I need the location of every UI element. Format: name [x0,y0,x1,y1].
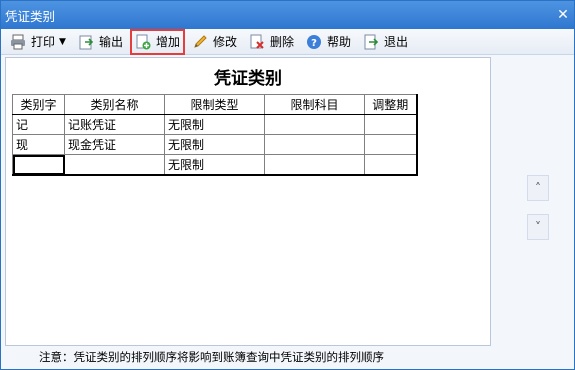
page-title: 凭证类别 [214,69,282,89]
column-header[interactable]: 限制科目 [264,94,365,115]
help-label: 帮助 [327,35,352,49]
table-row[interactable]: 现 现金凭证 无限制 [12,134,417,155]
table-header-row: 类别字 类别名称 限制类型 限制科目 调整期 [12,94,417,115]
exit-label: 退出 [384,35,409,49]
edit-label: 修改 [212,35,237,49]
column-header[interactable]: 类别字 [12,94,65,115]
add-icon [135,34,151,50]
table-cell[interactable] [364,134,417,155]
table-cell[interactable]: 记账凭证 [64,114,165,135]
table-cell[interactable] [64,154,165,175]
table-cell[interactable] [264,134,365,155]
chevron-up-icon: ˄ [535,181,541,195]
delete-icon [249,34,265,50]
printer-icon [10,34,26,50]
table-cell[interactable]: 现金凭证 [64,134,165,155]
chevron-down-icon[interactable]: ▼ [59,37,66,47]
move-down-button[interactable]: ˅ [527,214,549,240]
table-cell[interactable] [264,154,365,175]
title-bar: 凭证类别 ✕ [1,1,574,29]
exit-button[interactable]: 退出 [360,31,411,53]
column-header[interactable]: 调整期 [364,94,417,115]
column-header[interactable]: 类别名称 [64,94,165,115]
help-button[interactable]: ? 帮助 [303,31,354,53]
voucher-category-window: 凭证类别 ✕ 打印 ▼ 输出 增加 修改 删除 ? 帮助 退出 凭证类别 类别字… [0,0,575,370]
window-title: 凭证类别 [5,8,56,24]
table-cell[interactable]: 现 [12,134,65,155]
help-icon: ? [306,34,322,50]
table-cell[interactable] [364,114,417,135]
active-cell[interactable] [12,154,65,175]
svg-text:?: ? [311,38,317,49]
move-up-button[interactable]: ˄ [527,175,549,201]
export-icon [78,34,94,50]
table-cell[interactable]: 无限制 [164,114,265,135]
exit-icon [363,34,379,50]
table-cell[interactable]: 无限制 [164,154,265,175]
add-label: 增加 [155,35,180,49]
chevron-down-icon: ˅ [535,220,541,234]
add-button[interactable]: 增加 [129,28,185,55]
column-header[interactable]: 限制类型 [164,94,265,115]
footer-note: 注意：凭证类别的排列顺序将影响到账簿查询中凭证类别的排列顺序 [39,350,384,364]
pencil-icon [192,34,208,50]
main-panel: 凭证类别 类别字 类别名称 限制类型 限制科目 调整期 记 记账凭证 无限制 现… [5,57,491,346]
table-cell[interactable]: 无限制 [164,134,265,155]
table-cell[interactable]: 记 [12,114,65,135]
delete-button[interactable]: 删除 [246,31,297,53]
edit-button[interactable]: 修改 [189,31,240,53]
print-button[interactable]: 打印 ▼ [7,31,69,53]
toolbar: 打印 ▼ 输出 增加 修改 删除 ? 帮助 退出 [1,28,574,55]
table-cell[interactable] [364,154,417,175]
category-table: 类别字 类别名称 限制类型 限制科目 调整期 记 记账凭证 无限制 现 现金凭证… [12,94,418,176]
export-label: 输出 [98,35,123,49]
close-icon[interactable]: ✕ [552,7,574,23]
table-row[interactable]: 记 记账凭证 无限制 [12,114,417,135]
export-button[interactable]: 输出 [75,31,126,53]
table-row[interactable]: 无限制 [12,154,417,175]
delete-label: 删除 [269,35,294,49]
print-label: 打印 [31,35,56,49]
table-cell[interactable] [264,114,365,135]
